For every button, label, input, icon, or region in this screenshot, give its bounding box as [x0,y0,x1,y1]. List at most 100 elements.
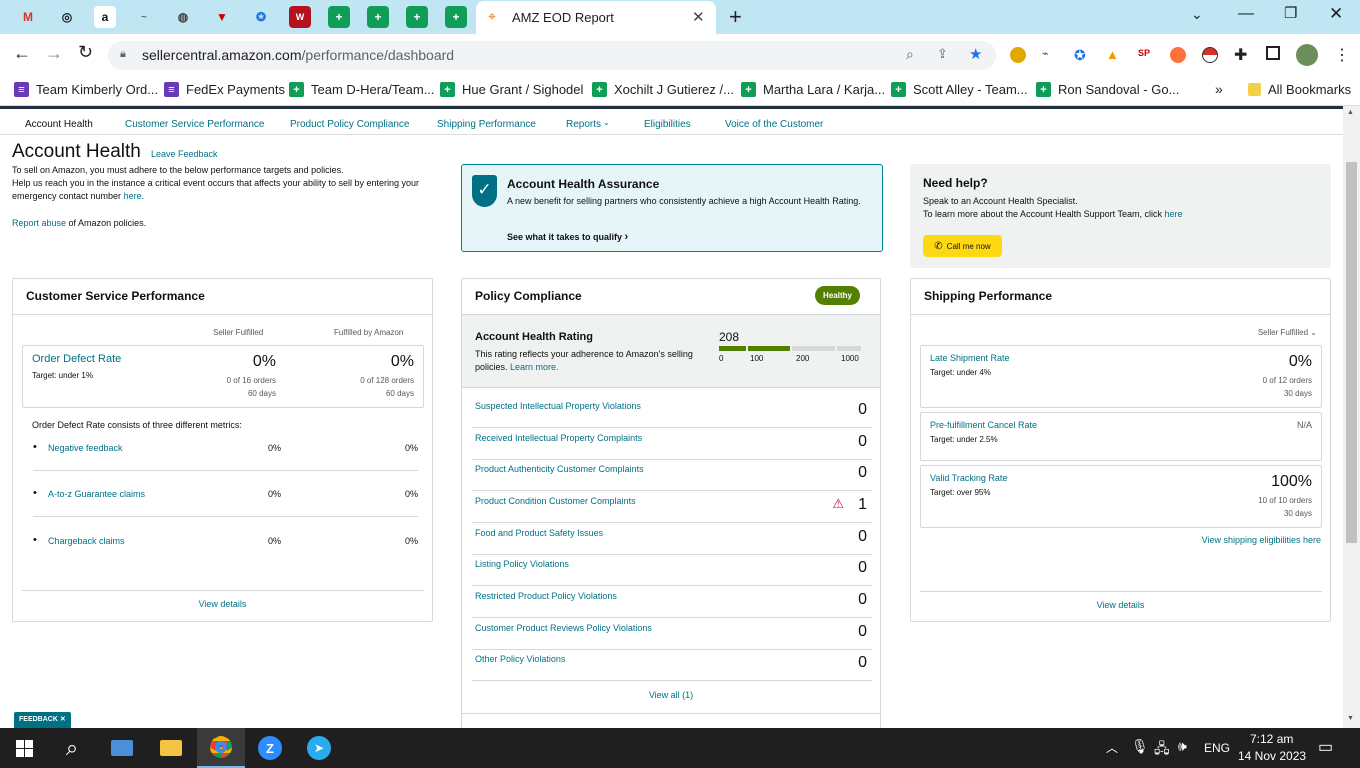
policy-row[interactable]: Product Authenticity Customer Complaints… [472,459,872,491]
windows-start-icon[interactable] [0,728,48,768]
back-icon[interactable]: ← [13,43,31,64]
view-all-link[interactable]: View all (1) [462,690,880,700]
leave-feedback-link[interactable]: Leave Feedback [151,149,218,159]
signature-tab-icon[interactable]: ~ [133,6,155,28]
sheets-tab-icon-3[interactable]: + [406,6,428,28]
learn-more-link[interactable]: Learn more. [510,362,559,372]
minimize-icon[interactable]: — [1238,5,1254,23]
extension-icon-1[interactable] [1010,47,1026,63]
close-icon[interactable]: ✕ [60,716,66,723]
policy-row[interactable]: Suspected Intellectual Property Violatio… [472,396,872,428]
call-me-now-button[interactable]: ✆ Call me now [923,235,1002,257]
tab-search-icon[interactable]: ⌄ [1191,6,1203,23]
network-icon[interactable]: 🖧︎ [1154,738,1170,762]
menu-icon[interactable]: ⋮ [1334,45,1350,65]
amazon-tab-icon[interactable]: a [94,6,116,28]
volume-icon[interactable]: 🕪︎ [1178,738,1187,755]
file-explorer-alt-icon[interactable] [98,728,146,768]
zoom-app-icon[interactable]: Z [246,728,294,768]
metric-label[interactable]: Negative feedback [48,443,123,453]
policy-row[interactable]: Customer Product Reviews Policy Violatio… [472,618,872,650]
bookmark-3[interactable]: + Team D-Hera/Team... [289,82,435,97]
file-explorer-icon[interactable] [147,728,195,768]
tray-chevron-icon[interactable]: ︿ [1106,739,1118,756]
bookmark-7[interactable]: + Scott Alley - Team... [891,82,1028,97]
policy-row[interactable]: Restricted Product Policy Violations 0 [472,586,872,618]
bookmark-1[interactable]: ≡ Team Kimberly Ord... [14,82,158,97]
extension-icon-4[interactable]: ▲ [1106,47,1119,62]
bookmark-6[interactable]: + Martha Lara / Karja... [741,82,885,97]
side-panel-icon[interactable] [1266,46,1280,60]
lifebuoy-tab-icon[interactable]: ✪ [250,6,272,28]
report-abuse-link[interactable]: Report abuse [12,218,66,228]
address-bar[interactable]: 🔒︎ sellercentral.amazon.com/performance/… [108,41,996,70]
nav-eligibilities[interactable]: Eligibilities [644,119,691,130]
policy-row[interactable]: Received Intellectual Property Complaint… [472,428,872,460]
globe-tab-icon[interactable]: ◍ [172,6,194,28]
bookmark-4[interactable]: + Hue Grant / Sighodel [440,82,583,97]
close-window-icon[interactable]: ✕ [1329,4,1343,24]
scroll-up-icon[interactable]: ▲ [1347,109,1354,116]
extension-icon-5[interactable]: SP [1138,48,1150,58]
extension-icon-2[interactable]: ⌁ [1042,47,1049,60]
bookmark-2[interactable]: ≡ FedEx Payments [164,82,285,97]
telegram-icon[interactable]: ➤ [295,728,343,768]
forward-icon[interactable]: → [45,43,63,64]
puzzle-icon[interactable]: ✚ [1234,45,1247,65]
shipping-view-details[interactable]: View details [911,600,1330,610]
shipping-metric-label[interactable]: Late Shipment Rate [930,353,1010,363]
clock-time[interactable]: 7:12 am [1250,732,1293,746]
clock-date[interactable]: 14 Nov 2023 [1238,749,1306,763]
microphone-icon[interactable]: 🎙︎ [1131,738,1149,755]
gmail-tab-icon[interactable]: M [17,6,39,28]
wwe-tab-icon[interactable]: W [289,6,311,28]
bookmark-5[interactable]: + Xochilt J Gutierez /... [592,82,734,97]
openai-tab-icon[interactable]: ◎ [56,6,78,28]
more-bookmarks-icon[interactable]: » [1215,81,1223,97]
bookmark-star-icon[interactable]: ★ [969,45,982,63]
extension-icon-6[interactable] [1170,47,1186,63]
reload-icon[interactable]: ↻ [78,42,93,63]
new-tab-icon[interactable]: + [729,4,742,30]
vpn-tab-icon[interactable]: ▼ [211,6,233,28]
active-tab[interactable]: ⌖ AMZ EOD Report ✕ [476,1,716,34]
nav-voice[interactable]: Voice of the Customer [725,119,823,130]
nav-product-policy[interactable]: Product Policy Compliance [290,119,410,130]
profile-avatar[interactable] [1296,44,1318,66]
close-tab-icon[interactable]: ✕ [692,8,705,26]
page-scrollbar[interactable]: ▲ ▼ [1343,106,1360,728]
nav-customer-service[interactable]: Customer Service Performance [125,119,265,130]
policy-row[interactable]: Product Condition Customer Complaints ⚠ 1 [472,491,872,523]
feedback-tab[interactable]: FEEDBACK ✕ [14,712,71,728]
sheets-tab-icon-2[interactable]: + [367,6,389,28]
policy-row[interactable]: Listing Policy Violations 0 [472,554,872,586]
policy-row[interactable]: Other Policy Violations 0 [472,649,872,681]
shipping-metric-label[interactable]: Pre-fulfillment Cancel Rate [930,420,1037,430]
support-team-link[interactable]: here [1164,209,1182,219]
odr-link[interactable]: Order Defect Rate [32,353,121,365]
nav-reports[interactable]: Reports [566,119,601,130]
sheets-tab-icon-1[interactable]: + [328,6,350,28]
scroll-thumb[interactable] [1346,162,1357,543]
csp-view-details[interactable]: View details [13,599,432,609]
nav-shipping[interactable]: Shipping Performance [437,119,536,130]
notifications-icon[interactable]: ▭ [1318,737,1333,757]
share-icon[interactable]: ⇪ [937,46,948,62]
shipping-filter-dropdown[interactable]: Seller Fulfilled ⌄ [1258,328,1317,337]
shipping-metric-label[interactable]: Valid Tracking Rate [930,473,1007,483]
restore-icon[interactable]: ❐ [1284,4,1297,22]
scroll-down-icon[interactable]: ▼ [1347,715,1354,722]
chrome-icon[interactable] [197,728,245,768]
search-icon[interactable]: ⌕ [48,728,96,768]
nav-account-health[interactable]: Account Health [25,119,93,130]
shipping-eligibilities-link[interactable]: View shipping eligibilities here [1202,535,1321,545]
aha-qualify-link[interactable]: See what it takes to qualify › [507,231,628,243]
language-indicator[interactable]: ENG [1204,741,1230,755]
sheets-tab-icon-4[interactable]: + [445,6,467,28]
extension-icon-7[interactable] [1202,47,1218,63]
zoom-icon[interactable]: ⌕ [906,46,914,63]
metric-label[interactable]: A-to-z Guarantee claims [48,489,145,499]
metric-label[interactable]: Chargeback claims [48,536,125,546]
emergency-contact-link[interactable]: here. [124,191,145,201]
all-bookmarks[interactable]: All Bookmarks [1248,82,1351,97]
